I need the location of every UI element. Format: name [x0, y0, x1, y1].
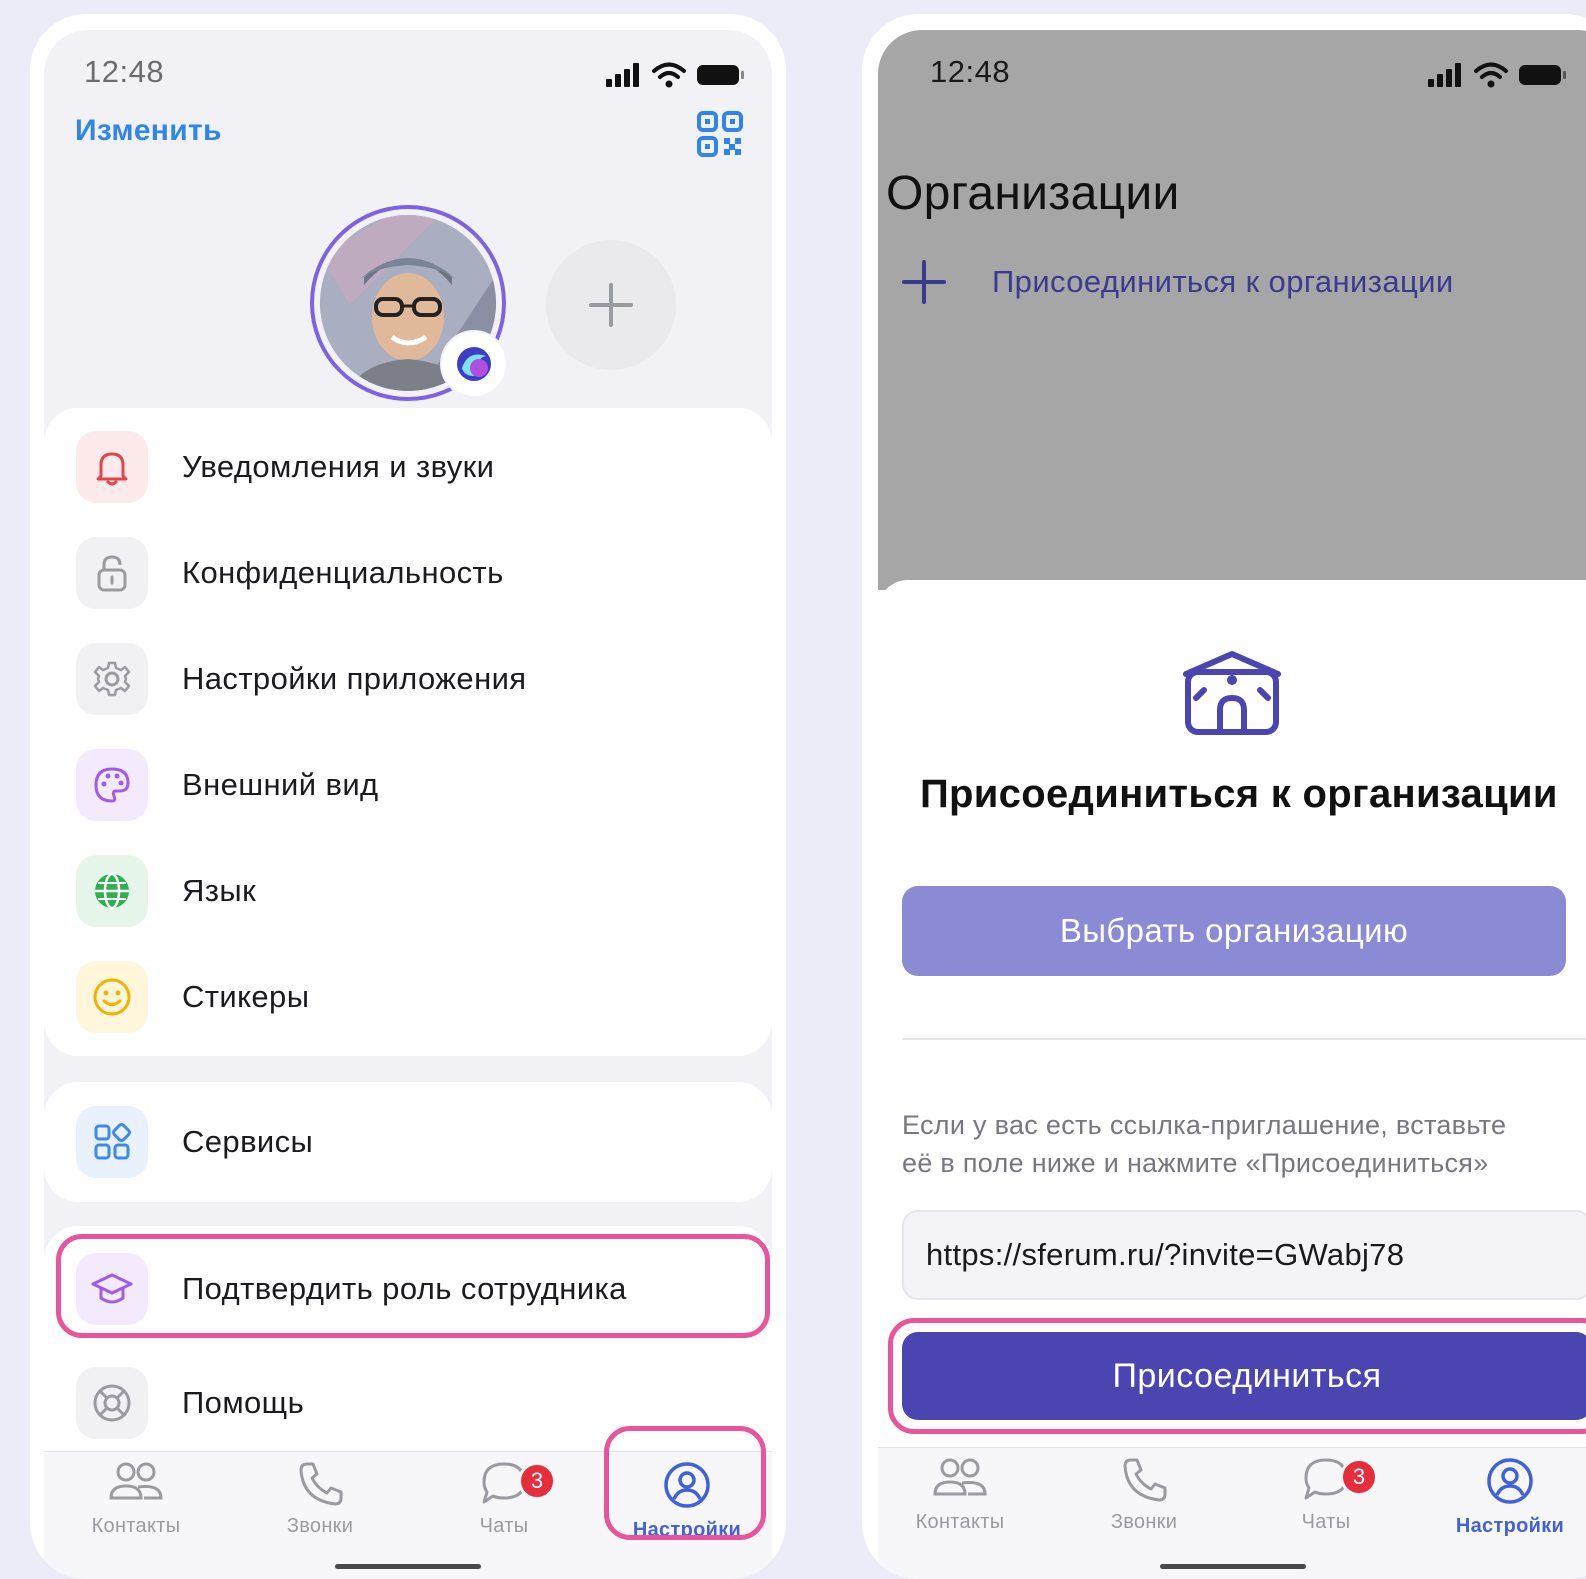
- join-organization-sheet: Присоединиться к организации Выбрать орг…: [878, 580, 1586, 1579]
- menu-icon-box: [76, 749, 148, 821]
- join-row-label: Присоединиться к организации: [992, 264, 1454, 299]
- menu-label: Настройки приложения: [182, 661, 527, 696]
- menu-label: Язык: [182, 873, 257, 908]
- qr-code-icon[interactable]: [696, 110, 744, 158]
- plus-icon: [589, 283, 633, 327]
- tab-chats[interactable]: Чаты 3: [1246, 1456, 1406, 1534]
- menu-icon-box: [76, 643, 148, 715]
- divider: [902, 1038, 1586, 1040]
- status-badge: [442, 332, 506, 396]
- menu-label: Конфиденциальность: [182, 555, 504, 590]
- wifi-icon: [1474, 62, 1508, 88]
- choose-organization-button[interactable]: Выбрать организацию: [902, 886, 1566, 976]
- services-card: Сервисы: [44, 1082, 772, 1202]
- menu-label: Сервисы: [182, 1124, 314, 1159]
- settings-menu-card: Уведомления и звуки Конфиденциальность Н…: [44, 408, 772, 1056]
- invite-link-input[interactable]: [902, 1210, 1586, 1300]
- menu-item-notifications[interactable]: Уведомления и звуки: [76, 430, 494, 504]
- unread-badge: 3: [518, 1462, 556, 1500]
- tab-chats[interactable]: Чаты 3: [424, 1460, 584, 1538]
- status-icons: [606, 62, 746, 88]
- menu-label: Внешний вид: [182, 767, 379, 802]
- unread-badge: 3: [1340, 1458, 1378, 1496]
- phone-icon: [299, 1462, 343, 1506]
- tab-contacts[interactable]: Контакты: [56, 1460, 216, 1538]
- menu-icon-box: [76, 1367, 148, 1439]
- tab-label: Контакты: [91, 1515, 181, 1537]
- school-building-icon: [1183, 651, 1281, 735]
- tab-calls[interactable]: Звонки: [1064, 1456, 1224, 1534]
- tab-calls[interactable]: Звонки: [240, 1460, 400, 1538]
- menu-item-stickers[interactable]: Стикеры: [76, 960, 309, 1034]
- lifebuoy-icon: [93, 1384, 131, 1422]
- hint-line: Если у вас есть ссылка-приглашение, вста…: [902, 1110, 1507, 1140]
- bell-icon: [96, 452, 128, 486]
- menu-icon-box: [76, 537, 148, 609]
- contacts-icon: [933, 1458, 987, 1496]
- menu-label: Уведомления и звуки: [182, 449, 495, 484]
- tab-label: Настройки: [1455, 1515, 1565, 1537]
- plus-icon: [902, 260, 946, 304]
- wifi-icon: [652, 62, 686, 88]
- join-organization-row[interactable]: Присоединиться к организации: [902, 260, 1454, 304]
- organizations-phone: 12:48 Организации Присоединиться к орган…: [862, 14, 1586, 1579]
- tab-contacts[interactable]: Контакты: [880, 1456, 1040, 1534]
- palette-icon: [94, 767, 130, 803]
- menu-label: Стикеры: [182, 979, 310, 1014]
- sheet-title: Присоединиться к организации: [920, 772, 1558, 816]
- smile-icon: [93, 978, 131, 1016]
- highlight-join-button: [888, 1318, 1586, 1434]
- highlight-confirm-role: [56, 1234, 770, 1338]
- grid-icon: [94, 1123, 131, 1160]
- signal-icon: [606, 63, 639, 87]
- settings-screen: 12:48 Изменить Уведомления и звуки Конфи…: [44, 30, 772, 1579]
- menu-icon-box: [76, 431, 148, 503]
- add-account-button[interactable]: [546, 240, 676, 370]
- status-time: 12:48: [930, 54, 1011, 89]
- tab-label: Звонки: [286, 1515, 354, 1537]
- edit-profile-link[interactable]: Изменить: [75, 114, 222, 148]
- menu-item-help[interactable]: Помощь: [76, 1366, 304, 1440]
- invite-hint: Если у вас есть ссылка-приглашение, вста…: [902, 1106, 1582, 1182]
- settings-phone: 12:48 Изменить Уведомления и звуки Конфи…: [30, 14, 786, 1579]
- menu-item-appearance[interactable]: Внешний вид: [76, 748, 379, 822]
- organizations-screen: 12:48 Организации Присоединиться к орган…: [878, 30, 1586, 1579]
- lock-icon: [97, 555, 127, 592]
- tab-label: Звонки: [1110, 1511, 1178, 1533]
- battery-icon: [697, 65, 744, 85]
- tab-label: Контакты: [915, 1511, 1005, 1533]
- status-time: 12:48: [84, 54, 165, 89]
- menu-item-privacy[interactable]: Конфиденциальность: [76, 536, 504, 610]
- menu-icon-box: [76, 961, 148, 1033]
- tab-label: Чаты: [1301, 1511, 1351, 1533]
- profile-icon: [1487, 1458, 1533, 1504]
- menu-icon-box: [76, 855, 148, 927]
- menu-label: Помощь: [182, 1385, 305, 1420]
- battery-icon: [1519, 65, 1566, 85]
- menu-item-services[interactable]: Сервисы: [76, 1105, 313, 1179]
- menu-item-language[interactable]: Язык: [76, 854, 256, 928]
- menu-icon-box: [76, 1106, 148, 1178]
- dimmed-background: [878, 30, 1586, 590]
- tab-settings[interactable]: Настройки: [1430, 1456, 1586, 1538]
- menu-item-app-settings[interactable]: Настройки приложения: [76, 642, 527, 716]
- page-title: Организации: [886, 167, 1180, 220]
- hint-line: её в поле ниже и нажмите «Присоединиться…: [902, 1148, 1489, 1178]
- tab-bar: Контакты Звонки Чаты 3 Настройки: [878, 1447, 1586, 1579]
- contacts-icon: [109, 1462, 163, 1500]
- home-indicator: [1160, 1564, 1306, 1569]
- app-logo-icon: [457, 347, 491, 381]
- globe-icon: [95, 872, 129, 910]
- signal-icon: [1428, 63, 1461, 87]
- status-icons: [1428, 62, 1568, 88]
- phone-icon: [1123, 1458, 1167, 1502]
- highlight-settings-tab: [604, 1426, 766, 1540]
- tab-label: Чаты: [479, 1515, 529, 1537]
- gear-icon: [93, 661, 131, 697]
- home-indicator: [335, 1564, 481, 1569]
